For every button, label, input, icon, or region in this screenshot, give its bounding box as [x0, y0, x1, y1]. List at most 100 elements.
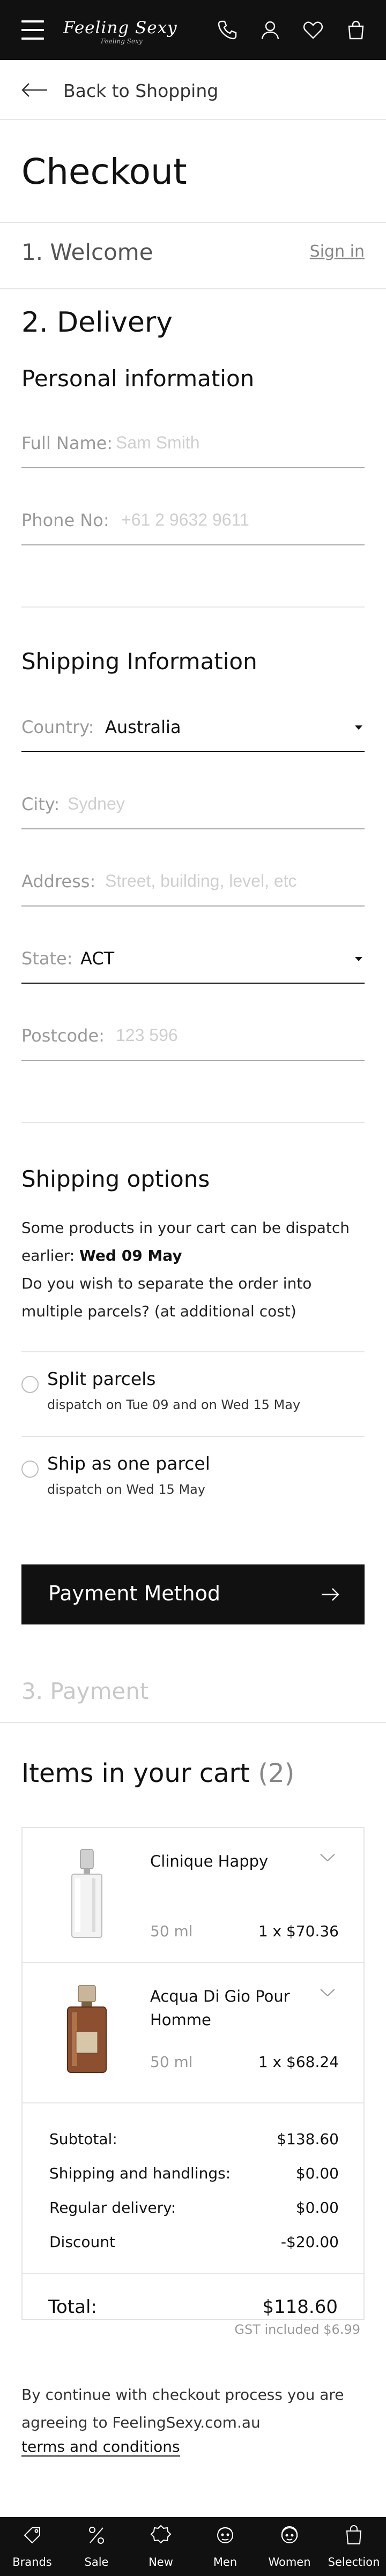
cart-count: (2): [258, 1758, 295, 1788]
heart-icon[interactable]: [301, 18, 325, 42]
postcode-field[interactable]: Postcode:: [21, 1017, 365, 1061]
cart-item: Acqua Di Gio Pour Homme 50 ml 1 x $68.24: [23, 1963, 363, 2097]
product-image-acqua-di-gio: [67, 1985, 107, 2073]
product-price: 1 x $70.36: [258, 1922, 339, 1940]
cart-panel: Clinique Happy 50 ml 1 x $70.36 Acqua Di…: [21, 1827, 365, 2320]
logo-subtext: Feeling Sexy: [101, 38, 143, 45]
country-select[interactable]: Country: Australia: [21, 708, 365, 752]
back-to-shopping-link[interactable]: Back to Shopping: [0, 60, 386, 120]
cart-item: Clinique Happy 50 ml 1 x $70.36: [23, 1828, 363, 1962]
divider: [21, 606, 365, 608]
cart-heading-text: Items in your cart: [21, 1758, 250, 1788]
percent-icon: [89, 2527, 104, 2544]
discount-row: Discount -$20.00: [49, 2233, 339, 2255]
total-value: $118.60: [262, 2296, 338, 2318]
early-dispatch-date: Wed 09 May: [79, 1247, 182, 1264]
terms-line: agreeing to FeelingSexy.com.au: [21, 2414, 261, 2431]
divider: [0, 288, 386, 289]
full-name-label: Full Name:: [21, 433, 113, 453]
shipping-info-heading: Shipping Information: [21, 648, 257, 675]
nav-selection[interactable]: Selection: [322, 2517, 386, 2576]
country-label: Country:: [21, 717, 94, 737]
divider: [0, 222, 386, 223]
menu-icon[interactable]: [21, 19, 44, 41]
phone-field[interactable]: Phone No:: [21, 501, 365, 545]
regular-delivery-row: Regular delivery: $0.00: [49, 2199, 339, 2220]
product-size: 50 ml: [150, 2053, 193, 2071]
badge-icon: [150, 2525, 172, 2544]
state-select[interactable]: State: ACT: [21, 940, 365, 984]
nav-brands[interactable]: Brands: [0, 2517, 64, 2576]
nav-women[interactable]: Women: [257, 2517, 322, 2576]
address-input[interactable]: [105, 868, 362, 894]
arrow-right-icon: [322, 1588, 339, 1601]
step-delivery-title: 2. Delivery: [21, 306, 173, 339]
address-label: Address:: [21, 871, 96, 892]
product-name[interactable]: Clinique Happy: [150, 1849, 311, 1873]
phone-icon[interactable]: [216, 18, 239, 42]
phone-label: Phone No:: [21, 510, 109, 530]
subtotal-row: Subtotal: $138.60: [49, 2130, 339, 2152]
radio-button[interactable]: [21, 1376, 39, 1393]
option-title: Ship as one parcel: [47, 1453, 210, 1474]
shipping-handling-row: Shipping and handlings: $0.00: [49, 2165, 339, 2186]
nav-label: Men: [213, 2556, 237, 2568]
cart-heading: Items in your cart (2): [21, 1758, 294, 1788]
nav-label: New: [149, 2556, 173, 2568]
back-label: Back to Shopping: [63, 80, 219, 101]
chevron-down-icon[interactable]: [320, 1853, 336, 1862]
product-size: 50 ml: [150, 1922, 193, 1940]
divider: [0, 1722, 386, 1723]
radio-button[interactable]: [21, 1461, 39, 1478]
user-icon[interactable]: [258, 18, 282, 42]
nav-new[interactable]: New: [129, 2517, 193, 2576]
man-face-icon: [217, 2527, 233, 2543]
nav-men[interactable]: Men: [193, 2517, 257, 2576]
page-title: Checkout: [21, 151, 187, 192]
chevron-down-icon[interactable]: [320, 1988, 336, 1997]
summary-label: Regular delivery:: [49, 2199, 176, 2216]
sign-in-link[interactable]: Sign in: [310, 242, 365, 261]
description-prefix: earlier:: [21, 1247, 75, 1264]
option-subtitle: dispatch on Wed 15 May: [47, 1482, 206, 1497]
product-image-clinique-happy: [71, 1849, 102, 1938]
single-parcel-option[interactable]: Ship as one parcel dispatch on Wed 15 Ma…: [21, 1437, 365, 1517]
description-line: earlier: Wed 09 May: [21, 1242, 370, 1270]
summary-value: $0.00: [295, 2165, 339, 2182]
step-welcome-title[interactable]: 1. Welcome: [21, 239, 153, 265]
city-input[interactable]: [68, 791, 357, 817]
step-payment-title: 3. Payment: [21, 1678, 149, 1704]
payment-method-label: Payment Method: [48, 1582, 220, 1605]
summary-value: $138.60: [277, 2130, 339, 2148]
terms-and-conditions-link[interactable]: terms and conditions: [21, 2438, 180, 2457]
state-label: State:: [21, 948, 73, 969]
nav-sale[interactable]: Sale: [64, 2517, 129, 2576]
split-parcels-option[interactable]: Split parcels dispatch on Tue 09 and on …: [21, 1352, 365, 1433]
phone-input[interactable]: [121, 507, 357, 533]
address-field[interactable]: Address:: [21, 863, 365, 907]
summary-label: Discount: [49, 2233, 115, 2251]
description-line: Do you wish to separate the order into: [21, 1275, 312, 1292]
city-field[interactable]: City:: [21, 785, 365, 829]
bag-icon[interactable]: [344, 18, 368, 42]
description-line: multiple parcels? (at additional cost): [21, 1302, 296, 1320]
postcode-input[interactable]: [116, 1022, 357, 1048]
tag-icon: [24, 2527, 40, 2544]
brand-logo[interactable]: Feeling Sexy Feeling Sexy: [63, 17, 177, 47]
country-value: Australia: [105, 717, 181, 737]
full-name-input[interactable]: [116, 430, 357, 455]
shopping-bag-icon: [346, 2525, 362, 2544]
woman-face-icon: [281, 2526, 298, 2543]
divider: [23, 2273, 363, 2274]
option-title: Split parcels: [47, 1368, 156, 1389]
divider: [23, 2102, 363, 2103]
state-value: ACT: [80, 948, 115, 969]
product-price: 1 x $68.24: [258, 2053, 339, 2071]
summary-value: $0.00: [295, 2199, 339, 2216]
terms-text: By continue with checkout process you ar…: [21, 2381, 370, 2437]
full-name-field[interactable]: Full Name:: [21, 424, 365, 468]
payment-method-button[interactable]: Payment Method: [21, 1564, 365, 1624]
postcode-label: Postcode:: [21, 1025, 105, 1046]
product-name[interactable]: Acqua Di Gio Pour Homme: [150, 1985, 311, 2032]
city-label: City:: [21, 794, 60, 814]
